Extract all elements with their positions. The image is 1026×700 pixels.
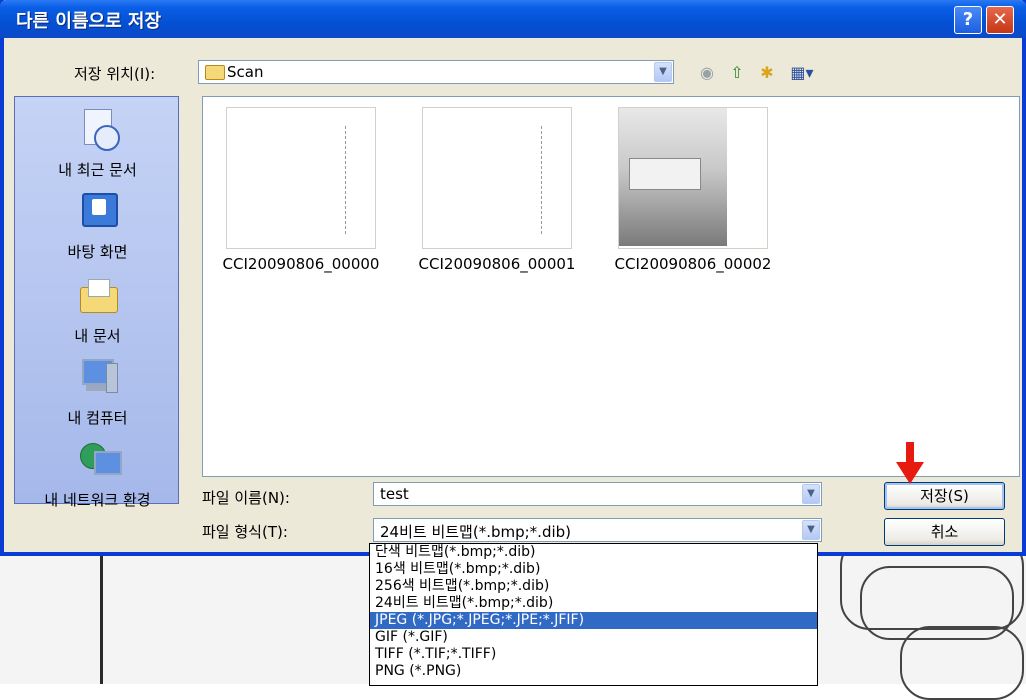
filetype-option[interactable]: 단색 비트맵(*.bmp;*.dib) [370,544,817,561]
filetype-select[interactable]: 24비트 비트맵(*.bmp;*.dib) ▼ [373,518,822,542]
place-label: 내 컴퓨터 [67,409,128,427]
filetype-option[interactable]: 16색 비트맵(*.bmp;*.dib) [370,561,817,578]
up-folder-icon[interactable]: ⇧ [726,62,748,84]
file-item[interactable]: CCI20090806_00000 [211,107,391,273]
view-menu-icon[interactable]: ▦▾ [786,62,818,84]
filetype-option[interactable]: TIFF (*.TIF;*.TIFF) [370,646,817,663]
place-desktop[interactable]: 바탕 화면 [15,189,180,262]
new-folder-icon[interactable]: ✱ [756,62,778,84]
save-in-label: 저장 위치(I): [74,65,156,83]
place-my-computer[interactable]: 내 컴퓨터 [15,355,180,428]
close-icon[interactable]: ✕ [986,6,1014,34]
filetype-value: 24비트 비트맵(*.bmp;*.dib) [380,523,572,541]
document-edge-line [100,556,103,684]
place-label: 내 네트워크 환경 [44,491,151,509]
save-in-value: Scan [227,63,264,81]
place-label: 내 최근 문서 [58,161,137,179]
file-name: CCI20090806_00002 [614,255,772,273]
place-label: 바탕 화면 [67,243,128,261]
filetype-option[interactable]: 256색 비트맵(*.bmp;*.dib) [370,578,817,595]
file-thumbnail [226,107,376,249]
cancel-button[interactable]: 취소 [884,518,1005,546]
chevron-down-icon[interactable]: ▼ [802,484,820,504]
filename-label: 파일 이름(N): [202,489,290,507]
filetype-option[interactable]: 24비트 비트맵(*.bmp;*.dib) [370,595,817,612]
filetype-label: 파일 형식(T): [202,523,288,541]
file-item[interactable]: CCI20090806_00001 [407,107,587,273]
dialog-title: 다른 이름으로 저장 [16,11,162,32]
filename-input[interactable]: test ▼ [373,482,822,506]
desktop-icon [74,189,122,237]
file-thumbnail [618,107,768,249]
place-my-documents[interactable]: 내 문서 [15,273,180,346]
file-thumbnail [422,107,572,249]
filetype-dropdown-list[interactable]: 단색 비트맵(*.bmp;*.dib) 16색 비트맵(*.bmp;*.dib)… [369,543,818,686]
place-recent-documents[interactable]: 내 최근 문서 [15,107,180,180]
save-as-dialog: 다른 이름으로 저장 ? ✕ 저장 위치(I): Scan ▼ ◉ ⇧ ✱ ▦▾… [0,0,1026,556]
filetype-option[interactable]: GIF (*.GIF) [370,629,817,646]
chevron-down-icon[interactable]: ▼ [802,520,820,540]
title-bar[interactable]: 다른 이름으로 저장 ? ✕ [0,0,1026,38]
filetype-option[interactable]: PNG (*.PNG) [370,663,817,680]
place-label: 내 문서 [74,327,121,345]
my-documents-icon [74,273,122,321]
filename-value: test [380,485,409,503]
file-list[interactable]: CCI20090806_00000 CCI20090806_00001 CCI2… [202,96,1020,477]
help-icon[interactable]: ? [954,6,982,34]
my-computer-icon [74,355,122,403]
places-bar: 내 최근 문서 바탕 화면 내 문서 내 컴퓨터 내 네트워크 환경 [14,96,180,509]
save-button[interactable]: 저장(S) [884,482,1005,510]
filetype-option-selected[interactable]: JPEG (*.JPG;*.JPEG;*.JPE;*.JFIF) [370,612,817,629]
back-icon[interactable]: ◉ [696,62,718,84]
file-item[interactable]: CCI20090806_00002 [603,107,783,273]
file-name: CCI20090806_00001 [418,255,576,273]
place-network[interactable]: 내 네트워크 환경 [15,437,180,510]
red-arrow-icon [896,442,924,484]
recent-documents-icon [74,107,122,155]
network-icon [74,437,122,485]
folder-icon [205,65,225,80]
save-in-combo[interactable]: Scan ▼ [198,60,674,84]
chevron-down-icon[interactable]: ▼ [654,62,672,82]
file-name: CCI20090806_00000 [222,255,380,273]
document-printer-outline [900,626,1024,700]
